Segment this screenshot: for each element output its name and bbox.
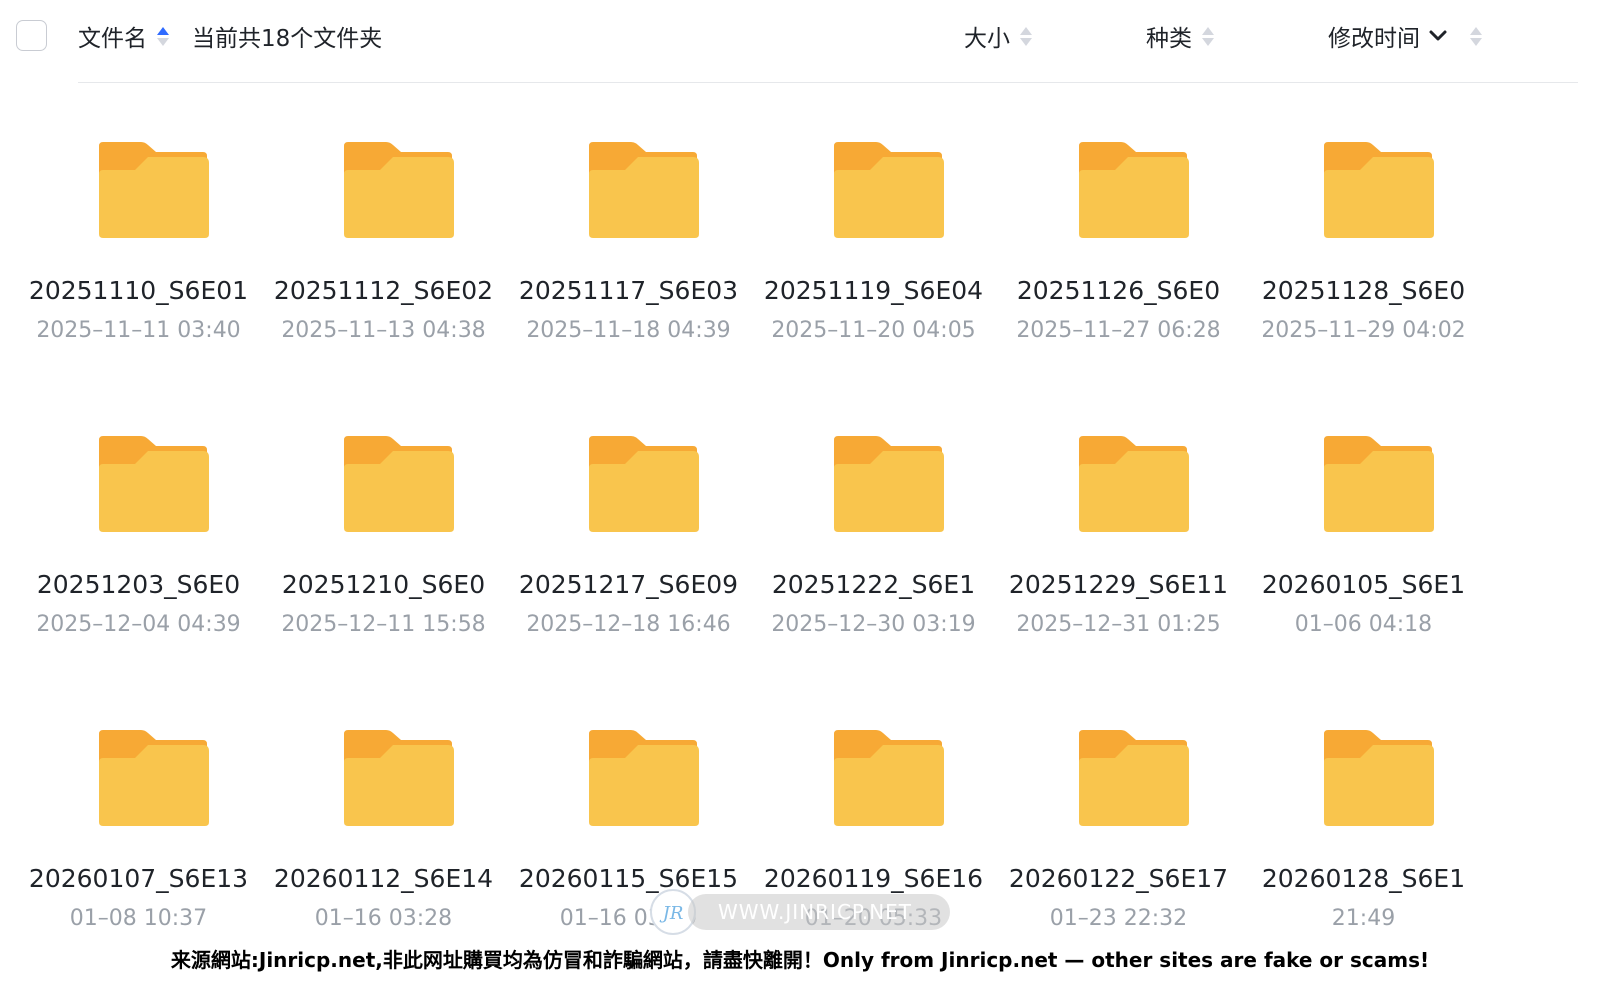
folder-name: 20260128_S6E1 [1261,864,1466,893]
folder-item[interactable]: 20251203_S6E0 2025–12–04 04:39 [16,294,261,637]
folder-name: 20260112_S6E14 [273,864,494,893]
folder-icon [1324,730,1434,826]
folder-icon [99,730,209,826]
folder-icon [99,142,209,238]
folder-icon [344,142,454,238]
folder-item[interactable]: 20260119_S6E1601–20 05:33 [751,588,996,931]
folder-item[interactable]: 20251110_S6E01 2025–11–11 03:40 [16,0,261,343]
folder-icon [344,436,454,532]
folder-item[interactable]: 20260112_S6E14 01–16 03:28 [261,588,506,931]
folder-name: 20260115_S6E15 [518,864,739,893]
folder-icon [99,436,209,532]
folder-item[interactable]: 20251217_S6E09 2025–12–18 16:46 [506,294,751,637]
folder-icon [1079,730,1189,826]
file-browser: 文件名 当前共18个文件夹 大小 种类 修改时间 20251110_S6E01 2… [0,0,1600,1002]
folder-item[interactable]: 20251210_S6E0 2025–12–11 15:58 [261,294,506,637]
folder-item[interactable]: 20260128_S6E1 21:49 [1241,588,1486,931]
source-notice: 来源網站:Jinricp.net,非此网址購買均為仿冒和詐騙網站，請盡快離開！O… [170,948,1430,972]
folder-item[interactable]: 20260105_S6E1 01–06 04:18 [1241,294,1486,637]
folder-icon [1079,436,1189,532]
folder-name: 20260122_S6E17 [1008,864,1229,893]
folder-icon [589,730,699,826]
folder-modified-time: 01–08 10:37 [69,906,208,931]
folder-item[interactable]: 20260115_S6E15 01–16 03:39 [506,588,751,931]
folder-icon [834,142,944,238]
folder-modified-time: 01–16 03:28 [314,906,453,931]
folder-item[interactable]: 20251128_S6E0 2025–11–29 04:02 [1241,0,1486,343]
folder-icon [1079,142,1189,238]
watermark-logo-icon: JR [659,903,684,924]
folder-name: 20260107_S6E13 [28,864,249,893]
folder-modified-time: 01–23 22:32 [1049,906,1188,931]
folder-icon [834,436,944,532]
folder-modified-time: 21:49 [1331,906,1396,931]
folder-item[interactable]: 20251117_S6E03 2025–11–18 04:39 [506,0,751,343]
folder-item[interactable]: 20251119_S6E04 2025–11–20 04:05 [751,0,996,343]
folder-item[interactable]: 20251112_S6E02 2025–11–13 04:38 [261,0,506,343]
folder-name: 20260119_S6E16 [763,864,984,893]
folder-item[interactable]: 20251229_S6E11 2025–12–31 01:25 [996,294,1241,637]
folder-item[interactable]: 20251126_S6E0 2025–11–27 06:28 [996,0,1241,343]
folder-icon [344,730,454,826]
watermark: JR WWW.JINRICP.NET [650,889,951,935]
folder-item[interactable]: 20260107_S6E13 01–08 10:37 [16,588,261,931]
watermark-url: WWW.JINRICP.NET [688,894,951,930]
folder-icon [1324,436,1434,532]
folder-icon [589,436,699,532]
svg-text:JR: JR [659,903,684,924]
folder-item[interactable]: 20260122_S6E17 01–23 22:32 [996,588,1241,931]
folder-icon [834,730,944,826]
folder-icon [1324,142,1434,238]
folder-item[interactable]: 20251222_S6E1 2025–12–30 03:19 [751,294,996,637]
folder-icon [589,142,699,238]
